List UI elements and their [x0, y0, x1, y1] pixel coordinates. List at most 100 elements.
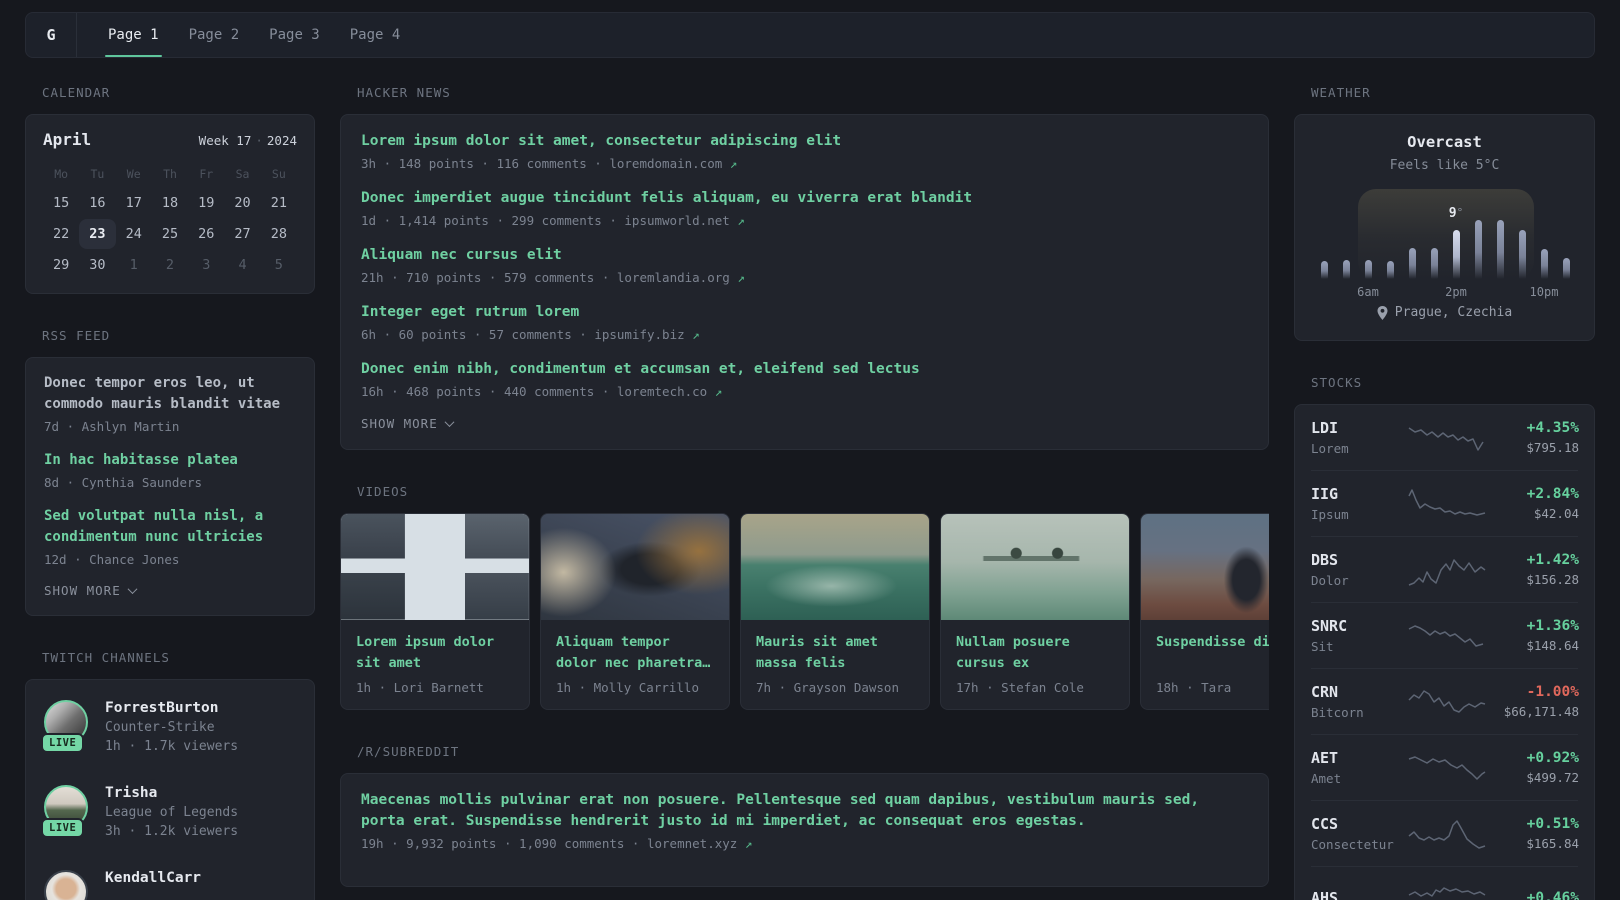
hacker-news-item-title[interactable]: Aliquam nec cursus elit: [361, 245, 1248, 266]
stock-ticker[interactable]: AET: [1311, 749, 1403, 767]
page-tab[interactable]: Page 3: [254, 13, 335, 57]
stock-name: Amet: [1311, 771, 1342, 786]
video-title[interactable]: Mauris sit amet massa felis: [756, 632, 914, 674]
video-title[interactable]: Suspendisse diam: [1156, 632, 1269, 674]
calendar-weekday-header: Su: [271, 167, 286, 181]
weather-location: Prague, Czechia: [1313, 305, 1576, 320]
weather-temp-bar: [1540, 249, 1548, 279]
video-thumbnail[interactable]: [941, 514, 1129, 620]
stock-row[interactable]: SNRC Sit +1.36% $148.64: [1311, 603, 1579, 669]
hn-meta-text: 3h · 148 points · 116 comments ·: [361, 156, 602, 171]
video-thumbnail[interactable]: [341, 514, 529, 620]
stock-row[interactable]: AHS +0.46%: [1311, 867, 1579, 900]
rss-item-title[interactable]: Sed volutpat nulla nisl, a condimentum n…: [44, 506, 296, 548]
video-meta: 18h · Tara: [1156, 680, 1232, 695]
calendar-day-cell: 30: [89, 257, 106, 273]
video-card[interactable]: Aliquam tempor dolor nec pharetra… 1h · …: [540, 513, 730, 710]
stock-ticker[interactable]: SNRC: [1311, 617, 1403, 635]
video-thumbnail[interactable]: [741, 514, 929, 620]
stock-ticker[interactable]: LDI: [1311, 419, 1403, 437]
stock-row[interactable]: CRN Bitcorn -1.00% $66,171.48: [1311, 669, 1579, 735]
stock-row[interactable]: AET Amet +0.92% $499.72: [1311, 735, 1579, 801]
stock-price: $148.64: [1526, 638, 1579, 653]
calendar-day-cell: 22: [53, 226, 70, 242]
calendar-weekday-header: Fr: [199, 167, 214, 181]
hn-meta-text: 21h · 710 points · 579 comments ·: [361, 270, 610, 285]
weather-temp-bar: [1386, 261, 1394, 279]
twitch-channel-info: KendallCarr: [105, 870, 201, 900]
stock-name: Sit: [1311, 639, 1334, 654]
weather-hour-label: 10pm: [1529, 285, 1559, 299]
twitch-channel-row[interactable]: LIVE KendallCarr: [44, 870, 296, 900]
stock-price: $165.84: [1526, 836, 1579, 851]
weather-temp-bar: [1562, 258, 1570, 279]
page-tab[interactable]: Page 2: [174, 13, 255, 57]
hacker-news-item-title[interactable]: Donec imperdiet augue tincidunt felis al…: [361, 188, 1248, 209]
calendar-day-cell: 24: [125, 226, 142, 242]
stock-change-percent: +0.51%: [1526, 816, 1579, 832]
stock-name: Consectetur: [1311, 837, 1394, 852]
stock-row[interactable]: IIG Ipsum +2.84% $42.04: [1311, 471, 1579, 537]
stock-row[interactable]: LDI Lorem +4.35% $795.18: [1311, 405, 1579, 471]
video-thumbnail[interactable]: [541, 514, 729, 620]
calendar-card: April Week 17 · 2024 Mo Tu We Th Fr Sa Su 15 16 17…: [25, 114, 315, 294]
twitch-channel-name[interactable]: Trisha: [105, 785, 238, 801]
middle-column: HACKER NEWS Lorem ipsum dolor sit amet, …: [340, 85, 1269, 900]
hacker-news-widget: HACKER NEWS Lorem ipsum dolor sit amet, …: [340, 85, 1269, 450]
hn-show-more-button[interactable]: SHOW MORE: [361, 416, 1248, 431]
hacker-news-item-title[interactable]: Integer eget rutrum lorem: [361, 302, 1248, 323]
video-card[interactable]: Lorem ipsum dolor sit amet consectetu… 1…: [340, 513, 530, 710]
hacker-news-item-meta: 3h · 148 points · 116 comments · loremdo…: [361, 156, 1248, 171]
rss-item-meta: 7d · Ashlyn Martin: [44, 419, 180, 434]
left-column: CALENDAR April Week 17 · 2024 Mo Tu We Th Fr Sa…: [25, 85, 315, 900]
weather-temp-bar: [1320, 261, 1328, 279]
external-link-icon: ↗: [737, 213, 745, 228]
video-title[interactable]: Nullam posuere cursus ex: [956, 632, 1114, 674]
calendar-day-cell: 16: [89, 195, 106, 211]
stock-ticker[interactable]: CCS: [1311, 815, 1403, 833]
hn-item-domain[interactable]: ipsumworld.net: [624, 213, 729, 228]
app-logo[interactable]: G: [26, 13, 76, 57]
rss-item-title[interactable]: Donec tempor eros leo, ut commodo mauris…: [44, 373, 296, 415]
video-card[interactable]: Mauris sit amet massa felis 7h · Grayson…: [740, 513, 930, 710]
hn-item-domain[interactable]: ipsumify.biz: [594, 327, 684, 342]
stock-ticker[interactable]: IIG: [1311, 485, 1403, 503]
hacker-news-item-title[interactable]: Lorem ipsum dolor sit amet, consectetur …: [361, 131, 1248, 152]
calendar-grid: Mo Tu We Th Fr Sa Su 15 16 17 18 19 20 21 22 23 24 25 26 2…: [43, 161, 297, 280]
show-more-label: SHOW MORE: [44, 583, 121, 598]
page-tab[interactable]: Page 1: [93, 13, 174, 57]
rss-item: In hac habitasse platea 8d · Cynthia Sau…: [44, 450, 296, 490]
stock-row[interactable]: DBS Dolor +1.42% $156.28: [1311, 537, 1579, 603]
video-card[interactable]: Suspendisse diam 18h · Tara: [1140, 513, 1269, 710]
external-link-icon: ↗: [744, 836, 753, 851]
twitch-channel-row[interactable]: LIVE ForrestBurton Counter-Strike 1h · 1…: [41, 700, 296, 754]
stock-ticker[interactable]: DBS: [1311, 551, 1403, 569]
hacker-news-item-title[interactable]: Donec enim nibh, condimentum et accumsan…: [361, 359, 1248, 380]
subreddit-post-domain[interactable]: loremnet.xyz: [647, 836, 737, 851]
video-title[interactable]: Aliquam tempor dolor nec pharetra…: [556, 632, 714, 674]
video-title[interactable]: Lorem ipsum dolor sit amet consectetu…: [356, 632, 514, 674]
stock-ticker[interactable]: CRN: [1311, 683, 1403, 701]
hn-item-domain[interactable]: loremlandia.org: [617, 270, 730, 285]
rss-show-more-button[interactable]: SHOW MORE: [44, 583, 296, 598]
twitch-channel-name[interactable]: ForrestBurton: [105, 700, 238, 716]
hn-item-domain[interactable]: loremtech.co: [617, 384, 707, 399]
calendar-day-cell: 25: [161, 226, 179, 242]
page-tab[interactable]: Page 4: [335, 13, 416, 57]
stock-ticker[interactable]: AHS: [1311, 889, 1403, 900]
weather-feels-like: Feels like 5°C: [1389, 158, 1500, 173]
hn-item-domain[interactable]: loremdomain.com: [609, 156, 722, 171]
subreddit-post-title[interactable]: Maecenas mollis pulvinar erat non posuer…: [361, 790, 1248, 832]
stock-change-percent: +1.42%: [1526, 552, 1579, 568]
calendar-day-cell: 18: [161, 195, 179, 211]
twitch-channel-row[interactable]: LIVE Trisha League of Legends 3h · 1.2k …: [41, 785, 296, 839]
video-thumbnail[interactable]: [1141, 514, 1269, 620]
twitch-channel-name[interactable]: KendallCarr: [105, 870, 201, 886]
external-link-icon: ↗: [729, 156, 738, 171]
right-column: WEATHER Overcast Feels like 5°C 9°: [1294, 85, 1595, 900]
stock-row[interactable]: CCS Consectetur +0.51% $165.84: [1311, 801, 1579, 867]
rss-item-title[interactable]: In hac habitasse platea: [44, 450, 296, 471]
video-card[interactable]: Nullam posuere cursus ex 17h · Stefan Co…: [940, 513, 1130, 710]
twitch-channel-info: ForrestBurton Counter-Strike 1h · 1.7k v…: [105, 700, 238, 754]
rss-item-meta: 12d · Chance Jones: [44, 552, 180, 567]
